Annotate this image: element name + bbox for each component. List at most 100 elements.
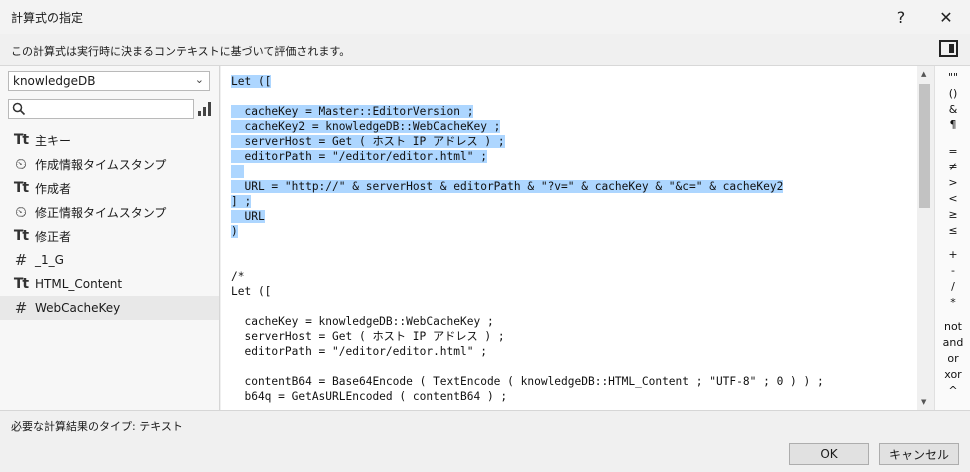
field-item[interactable]: ⏲ 修正情報タイムスタンプ [0, 200, 219, 224]
ok-button[interactable]: OK [789, 443, 869, 465]
operator-button[interactable]: * [935, 296, 970, 309]
code-line: cacheKey = Master::EditorVersion ; [231, 104, 824, 119]
selected-code-text: Let ([ [231, 75, 272, 88]
field-name: 修正情報タイムスタンプ [35, 205, 167, 220]
code-text: Let ([ [231, 285, 272, 298]
table-select[interactable]: knowledgeDB ⌄ [8, 71, 210, 91]
code-line: URL = "http://" & serverHost & editorPat… [231, 179, 824, 194]
selected-code-text: ) [231, 225, 238, 238]
operator-button[interactable]: ^ [935, 384, 970, 397]
scroll-up-icon[interactable]: ▲ [921, 70, 926, 78]
text-field-icon: Tt [13, 228, 29, 244]
help-button[interactable]: ? [881, 4, 921, 30]
number-field-icon: # [14, 299, 28, 317]
field-item[interactable]: Tt HTML_Content [0, 272, 219, 296]
code-text: contentB64 = Base64Encode ( TextEncode (… [231, 375, 824, 388]
result-type-label: 必要な計算結果のタイプ: テキスト [11, 420, 183, 433]
field-name: 作成者 [35, 181, 72, 196]
selected-code-text: serverHost = Get ( ホスト IP アドレス ) ; [231, 135, 505, 148]
code-line: cacheKey = knowledgeDB::WebCacheKey ; [231, 314, 824, 329]
code-line: serverHost = Get ( ホスト IP アドレス ) ; [231, 134, 824, 149]
field-item[interactable]: Tt 主キー [0, 128, 219, 152]
text-field-icon: Tt [13, 132, 29, 148]
sort-order-icon[interactable] [198, 102, 212, 116]
text-field-icon: Tt [13, 276, 29, 292]
code-line: ] ; [231, 194, 824, 209]
code-line: cacheKey2 = knowledgeDB::WebCacheKey ; [231, 119, 824, 134]
code-text: b64q = GetAsURLEncoded ( contentB64 ) ; [231, 390, 508, 403]
title-bar: 計算式の指定 ? ✕ [0, 0, 970, 34]
dialog-title: 計算式の指定 [11, 11, 84, 25]
code-line: ​ [231, 254, 824, 269]
field-name: 修正者 [35, 229, 72, 244]
code-line: contentB64 = Base64Encode ( TextEncode (… [231, 374, 824, 389]
selected-code-text: ] ; [231, 195, 252, 208]
operator-button[interactable]: ≠ [935, 160, 970, 173]
code-line: Let ([ [231, 284, 824, 299]
operator-button[interactable]: = [935, 145, 970, 158]
code-line: ​ [231, 299, 824, 314]
scroll-down-icon[interactable]: ▼ [921, 398, 926, 406]
operator-button[interactable]: + [935, 248, 970, 261]
chevron-down-icon: ⌄ [194, 73, 204, 86]
operator-button[interactable]: not [935, 320, 970, 333]
close-button[interactable]: ✕ [926, 4, 966, 30]
code-line [231, 164, 824, 179]
search-icon [12, 102, 26, 116]
operator-button[interactable]: / [935, 280, 970, 293]
code-text: /* [231, 270, 245, 283]
field-name: 主キー [35, 133, 72, 148]
operator-button[interactable]: > [935, 176, 970, 189]
operator-button[interactable]: ¶ [935, 118, 970, 131]
selected-code-text: cacheKey2 = knowledgeDB::WebCacheKey ; [231, 120, 501, 133]
field-pane: knowledgeDB ⌄ Tt 主キー ⏲ 作成情報タイムスタンプ Tt 作成者 ⏲ 修正情… [0, 66, 220, 410]
operator-button[interactable]: and [935, 336, 970, 349]
code-line: ) [231, 224, 824, 239]
field-item[interactable]: # _1_G [0, 248, 219, 272]
selected-code-text: URL = "http://" & serverHost & editorPat… [231, 180, 784, 193]
operator-button[interactable]: & [935, 103, 970, 116]
table-select-value: knowledgeDB [13, 74, 96, 88]
operator-button[interactable]: xor [935, 368, 970, 381]
calculation-editor[interactable]: Let ([​ cacheKey = Master::EditorVersion… [221, 66, 918, 410]
field-list: Tt 主キー ⏲ 作成情報タイムスタンプ Tt 作成者 ⏲ 修正情報タイムスタンプ Tt 修正者 #… [0, 128, 219, 320]
panel-toggle-icon[interactable] [939, 40, 958, 57]
operator-button[interactable]: ≤ [935, 224, 970, 237]
field-item[interactable]: # WebCacheKey [0, 296, 219, 320]
operator-button[interactable]: () [935, 87, 970, 100]
operator-button[interactable]: < [935, 192, 970, 205]
code-line: ​ [231, 359, 824, 374]
timestamp-field-icon: ⏲ [15, 155, 27, 173]
field-name: WebCacheKey [35, 301, 121, 315]
field-item[interactable]: Tt 作成者 [0, 176, 219, 200]
divider [0, 410, 970, 411]
code-line: b64q = GetAsURLEncoded ( contentB64 ) ; [231, 389, 824, 404]
code-line: editorPath = "/editor/editor.html" ; [231, 344, 824, 359]
number-field-icon: # [14, 251, 28, 269]
operator-button[interactable]: - [935, 264, 970, 277]
field-name: 作成情報タイムスタンプ [35, 157, 167, 172]
timestamp-field-icon: ⏲ [15, 203, 27, 221]
field-item[interactable]: Tt 修正者 [0, 224, 219, 248]
selected-code-text [231, 165, 245, 178]
scroll-thumb[interactable] [919, 84, 930, 208]
field-search-input[interactable] [8, 99, 194, 119]
editor-scrollbar[interactable]: ▲ ▼ [917, 66, 933, 410]
selected-code-text: editorPath = "/editor/editor.html" ; [231, 150, 487, 163]
formula-text[interactable]: Let ([​ cacheKey = Master::EditorVersion… [231, 74, 824, 404]
operator-button[interactable]: or [935, 352, 970, 365]
selected-code-text: cacheKey = Master::EditorVersion ; [231, 105, 474, 118]
code-line: /* [231, 269, 824, 284]
cancel-button[interactable]: キャンセル [879, 443, 959, 465]
context-description: この計算式は実行時に決まるコンテキストに基づいて評価されます。 [11, 45, 351, 58]
code-line: ​ [231, 89, 824, 104]
field-name: HTML_Content [35, 277, 123, 291]
code-line: serverHost = Get ( ホスト IP アドレス ) ; [231, 329, 824, 344]
operator-button[interactable]: "" [935, 71, 970, 84]
code-line: Let ([ [231, 74, 824, 89]
operator-button[interactable]: ≥ [935, 208, 970, 221]
field-item[interactable]: ⏲ 作成情報タイムスタンプ [0, 152, 219, 176]
code-line: editorPath = "/editor/editor.html" ; [231, 149, 824, 164]
operator-list: "" () & ¶ = ≠ > < ≥ ≤ + - / * not and or xor ^ [934, 66, 970, 410]
code-line: ​ [231, 239, 824, 254]
